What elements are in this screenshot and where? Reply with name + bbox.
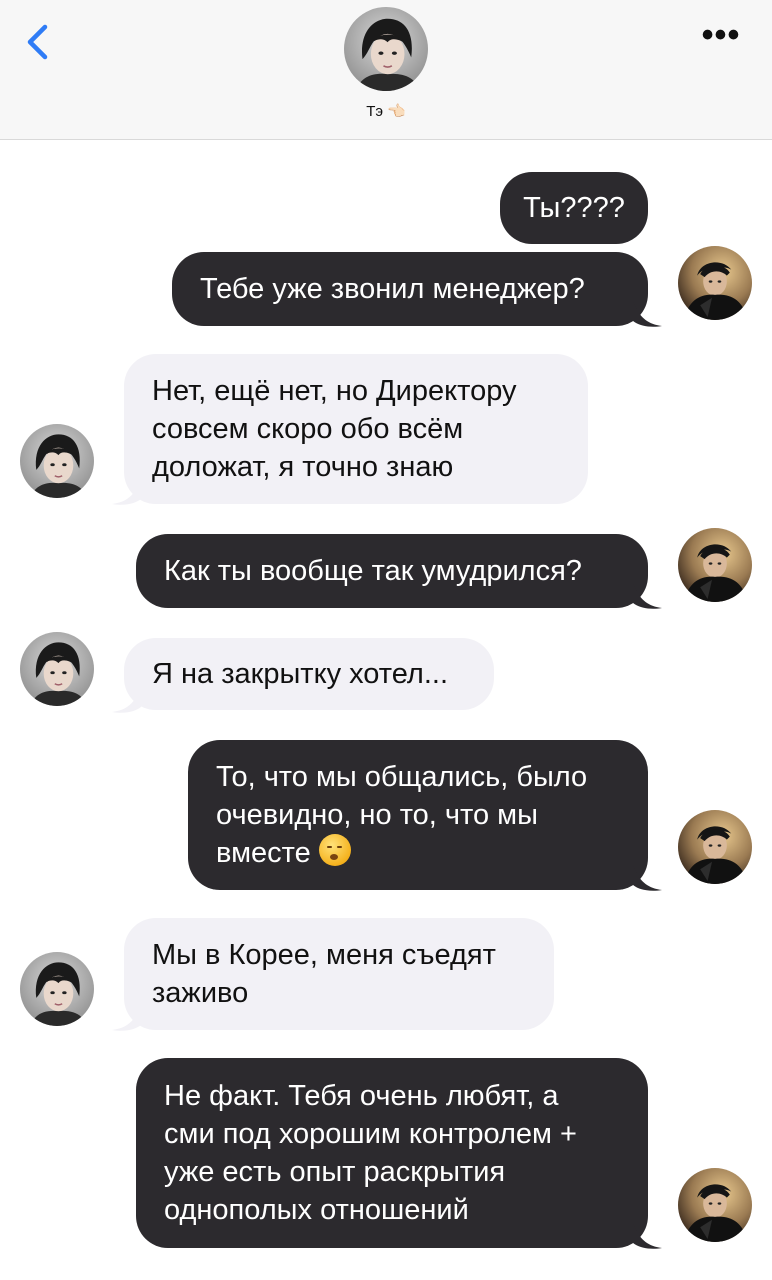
sender-avatar[interactable] xyxy=(678,1168,752,1242)
chat-header: Тэ 👈🏻 ••• xyxy=(0,0,772,140)
tired-face-emoji-icon xyxy=(318,834,351,866)
pointing-hand-icon: 👈🏻 xyxy=(387,103,406,120)
message-text: Тебе уже звонил менеджер? xyxy=(200,273,585,305)
bubble-tail xyxy=(632,298,662,327)
chevron-left-icon xyxy=(27,24,48,60)
contact-avatar-small[interactable] xyxy=(20,632,94,706)
bubble-tail xyxy=(632,580,662,609)
message-bubble[interactable]: Как ты вообще так умудрился? xyxy=(136,534,648,608)
message-bubble[interactable]: Мы в Корее, меня съедят заживо xyxy=(124,918,554,1030)
message-text: Как ты вообще так умудрился? xyxy=(164,555,582,587)
message-line-with-emoji: вместе xyxy=(216,834,351,872)
message-line: Нет, ещё нет, но Директору xyxy=(152,375,517,407)
contact-avatar-small[interactable] xyxy=(20,952,94,1026)
message-line: очевидно, но то, что мы xyxy=(216,799,538,831)
message-bubble[interactable]: Не факт. Тебя очень любят, а сми под хор… xyxy=(136,1058,648,1248)
back-button[interactable] xyxy=(18,22,58,62)
contact-avatar-small[interactable] xyxy=(20,424,94,498)
ellipsis-icon: ••• xyxy=(701,16,741,54)
message-line: доложат, я точно знаю xyxy=(152,451,454,483)
bubble-tail xyxy=(632,862,662,891)
message-line: уже есть опыт раскрытия xyxy=(164,1156,506,1188)
message-line: Мы в Корее, меня съедят xyxy=(152,939,496,971)
sender-avatar[interactable] xyxy=(678,528,752,602)
sender-avatar[interactable] xyxy=(678,246,752,320)
message-line: Не факт. Тебя очень любят, а xyxy=(164,1080,559,1112)
message-line: заживо xyxy=(152,977,249,1009)
contact-name-row[interactable]: Тэ 👈🏻 xyxy=(0,102,772,120)
message-line: То, что мы общались, было xyxy=(216,761,588,793)
bubble-tail xyxy=(632,1220,662,1249)
message-line: однополых отношений xyxy=(164,1194,469,1226)
contact-name: Тэ xyxy=(366,103,384,120)
message-bubble[interactable]: Ты???? xyxy=(500,172,648,244)
message-text: Я на закрытку хотел... xyxy=(152,658,449,690)
message-bubble[interactable]: Тебе уже звонил менеджер? xyxy=(172,252,648,326)
message-line: сми под хорошим контролем + xyxy=(164,1118,577,1150)
message-text: Ты???? xyxy=(523,192,625,224)
message-bubble[interactable]: Я на закрытку хотел... xyxy=(124,638,494,710)
message-line: вместе xyxy=(216,837,311,869)
message-bubble[interactable]: Нет, ещё нет, но Директору совсем скоро … xyxy=(124,354,588,504)
contact-avatar[interactable] xyxy=(344,7,428,91)
sender-avatar[interactable] xyxy=(678,810,752,884)
message-bubble[interactable]: То, что мы общались, было очевидно, но т… xyxy=(188,740,648,890)
message-line: совсем скоро обо всём xyxy=(152,413,464,445)
more-options-button[interactable]: ••• xyxy=(700,18,742,54)
